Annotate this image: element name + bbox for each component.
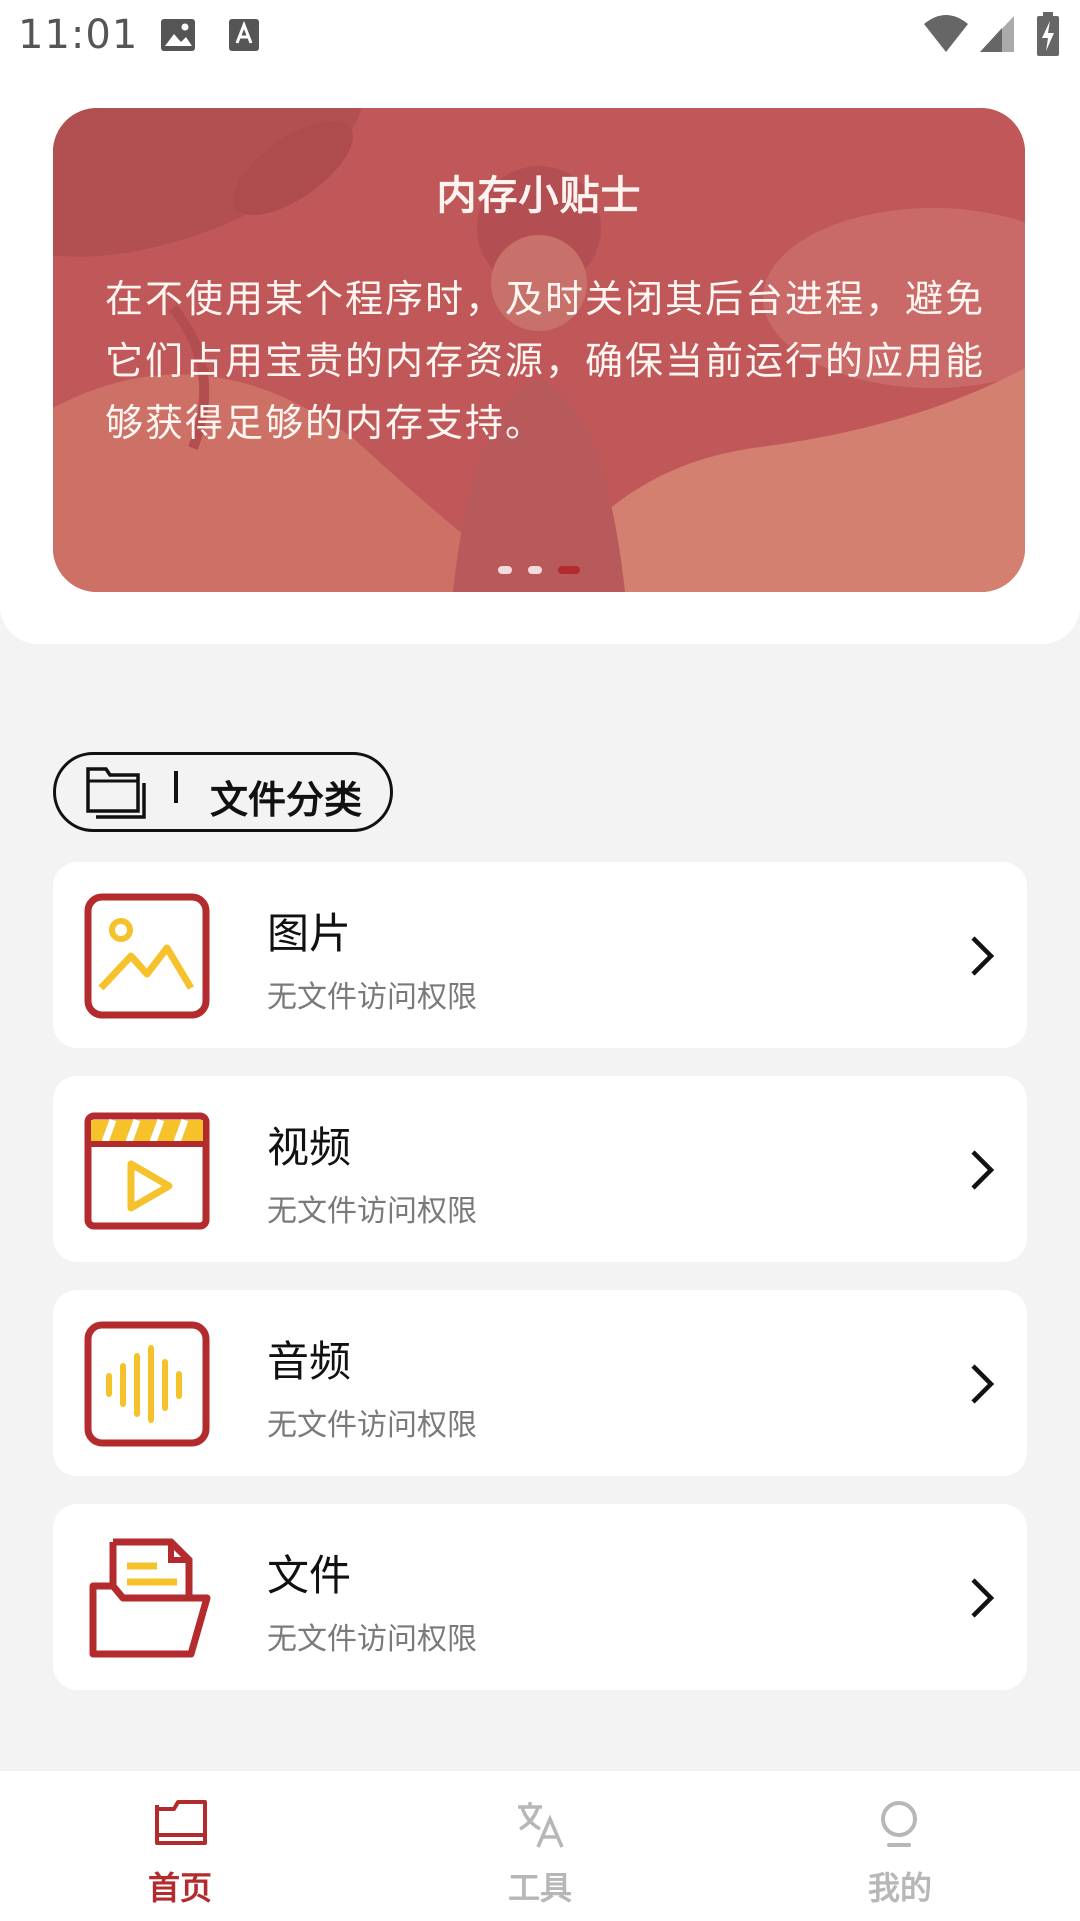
chevron-right-icon [971, 936, 995, 976]
chevron-right-icon [971, 1578, 995, 1618]
category-subtitle: 无文件访问权限 [267, 980, 477, 1015]
banner-text: 在不使用某个程序时，及时关闭其后台进程，避免它们占用宝贵的内存资源，确保当前运行… [105, 277, 986, 445]
category-subtitle: 无文件访问权限 [267, 1622, 477, 1657]
nav-mine[interactable]: 我的 [720, 1771, 1080, 1921]
category-card-images[interactable]: 图片 无文件访问权限 [53, 862, 1027, 1048]
tips-banner[interactable]: 内存小贴士 在不使用某个程序时，及时关闭其后台进程，避免它们占用宝贵的内存资源，… [53, 108, 1025, 592]
nav-home[interactable]: 首页 [0, 1771, 360, 1921]
gallery-notification-icon [161, 19, 195, 51]
banner-title: 内存小贴士 [436, 173, 642, 219]
category-subtitle: 无文件访问权限 [267, 1194, 477, 1229]
document-icon [89, 1538, 211, 1658]
keyboard-notification-icon [229, 19, 259, 51]
audio-icon [84, 1321, 210, 1447]
category-subtitle: 无文件访问权限 [267, 1408, 477, 1443]
category-card-audio[interactable]: 音频 无文件访问权限 [53, 1290, 1027, 1476]
status-time: 11:01 [18, 12, 139, 58]
battery-charging-icon [1037, 12, 1059, 56]
folder-stack-icon [86, 767, 146, 819]
chevron-right-icon [971, 1364, 995, 1404]
status-bar: 11:01 [0, 0, 1080, 72]
file-category-header: 文件分类 [53, 752, 393, 832]
video-icon [84, 1112, 210, 1230]
category-title: 视频 [267, 1123, 352, 1172]
nav-mine-label: 我的 [867, 1869, 932, 1907]
category-title: 图片 [267, 909, 352, 958]
wifi-icon [924, 15, 968, 52]
image-icon [84, 893, 210, 1019]
category-card-video[interactable]: 视频 无文件访问权限 [53, 1076, 1027, 1262]
file-category-title: 文件分类 [210, 778, 363, 822]
category-title: 音频 [267, 1337, 352, 1386]
carousel-dot [498, 566, 512, 574]
carousel-dot-active [558, 566, 580, 574]
folder-icon [155, 1800, 207, 1845]
cellular-signal-icon [980, 16, 1014, 52]
nav-home-label: 首页 [147, 1869, 212, 1907]
nav-tools[interactable]: 工具 [360, 1771, 720, 1921]
translate-icon [518, 1802, 564, 1848]
header-separator [174, 771, 178, 803]
lightbulb-icon [881, 1801, 917, 1847]
nav-tools-label: 工具 [507, 1869, 572, 1907]
category-title: 文件 [267, 1551, 352, 1600]
carousel-dot [528, 566, 542, 574]
chevron-right-icon [971, 1150, 995, 1190]
category-card-documents[interactable]: 文件 无文件访问权限 [53, 1504, 1027, 1690]
bottom-navigation: 首页 工具 我的 [0, 1770, 1080, 1921]
carousel-indicator [53, 566, 1025, 574]
